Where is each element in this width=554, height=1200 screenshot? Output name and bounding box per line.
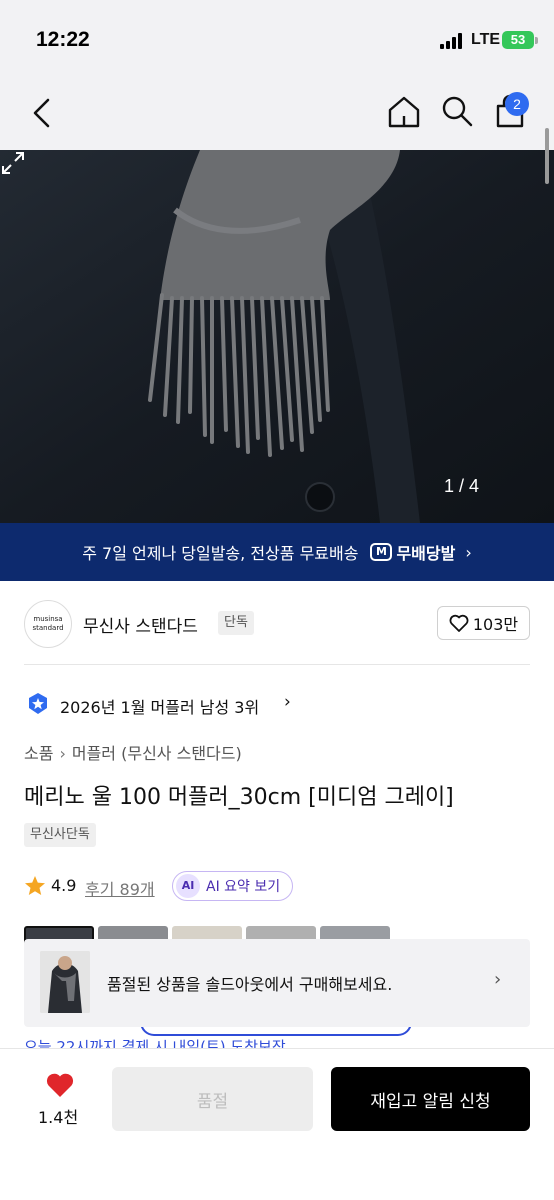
signal-icon: [440, 33, 466, 49]
status-time: 12:22: [36, 28, 90, 51]
product-photo: [0, 150, 554, 523]
promo-banner[interactable]: 주 7일 언제나 당일발송, 전상품 무료배송 M 무배당발 ›: [0, 523, 554, 581]
network-label: LTE: [471, 31, 501, 48]
breadcrumb-category[interactable]: 소품: [24, 744, 53, 763]
home-icon[interactable]: [386, 94, 422, 130]
promo-logo-label: 무배당발: [396, 544, 456, 563]
soldout-popup[interactable]: 품절된 상품을 솔드아웃에서 구매해보세요. ›: [24, 939, 530, 1027]
brand-logo[interactable]: musinsa standard: [24, 600, 72, 648]
brand-like-button[interactable]: 103만: [437, 606, 530, 640]
nav-bar: [0, 80, 554, 150]
chevron-right-icon: ›: [494, 969, 502, 990]
brand-name[interactable]: 무신사 스탠다드: [83, 612, 198, 637]
cart-badge: 2: [505, 92, 529, 116]
wish-count: 1.4천: [38, 1108, 79, 1127]
battery-tip: [535, 37, 538, 44]
heart-outline-icon: [449, 614, 469, 632]
rating-score: 4.9: [51, 876, 77, 895]
brand-logo-text-bottom: standard: [32, 624, 64, 632]
chevron-right-icon[interactable]: ›: [284, 692, 291, 712]
star-icon: [25, 876, 45, 895]
delivery-m-icon: M: [370, 543, 393, 561]
product-image[interactable]: 1 / 4: [0, 150, 554, 523]
product-title: 메리노 울 100 머플러_30cm [미디엄 그레이]: [24, 785, 454, 810]
chevron-right-icon: ›: [465, 542, 472, 562]
back-icon[interactable]: [28, 96, 56, 130]
promo-text: 주 7일 언제나 당일발송, 전상품 무료배송: [82, 544, 359, 563]
image-counter: 1 / 4: [444, 476, 480, 496]
divider: [24, 664, 530, 665]
battery-icon: 53: [502, 31, 534, 49]
status-bar: 12:22 LTE 53: [0, 0, 554, 80]
brand-exclusive-tag: 단독: [218, 611, 254, 635]
ranking-text[interactable]: 2026년 1월 머플러 남성 3위: [60, 694, 259, 718]
popup-product-thumbnail: [40, 951, 90, 1013]
popup-text: 품절된 상품을 솔드아웃에서 구매해보세요.: [107, 975, 393, 994]
exclusive-tag: 무신사단독: [24, 823, 96, 847]
brand-like-count: 103만: [472, 615, 519, 634]
ai-summary-button[interactable]: AI AI 요약 보기: [172, 871, 293, 901]
ranking-badge-icon: [29, 693, 47, 714]
breadcrumb-subcategory[interactable]: 머플러 (무신사 스탠다드): [72, 744, 242, 763]
expand-icon[interactable]: [0, 150, 26, 176]
restock-alert-button[interactable]: 재입고 알림 신청: [331, 1067, 530, 1131]
heart-filled-icon[interactable]: [45, 1071, 75, 1099]
search-icon[interactable]: [440, 94, 474, 128]
ai-icon: AI: [176, 874, 200, 898]
promo-logo: M 무배당발: [370, 540, 455, 564]
scrollbar[interactable]: [545, 128, 549, 184]
soldout-button[interactable]: 품절: [112, 1067, 313, 1131]
breadcrumb: 소품 › 머플러 (무신사 스탠다드): [24, 740, 242, 764]
ai-summary-label: AI 요약 보기: [206, 879, 281, 895]
review-count-link[interactable]: 후기 89개: [85, 876, 155, 900]
breadcrumb-separator: ›: [59, 744, 66, 763]
brand-logo-text-top: musinsa: [33, 615, 63, 623]
